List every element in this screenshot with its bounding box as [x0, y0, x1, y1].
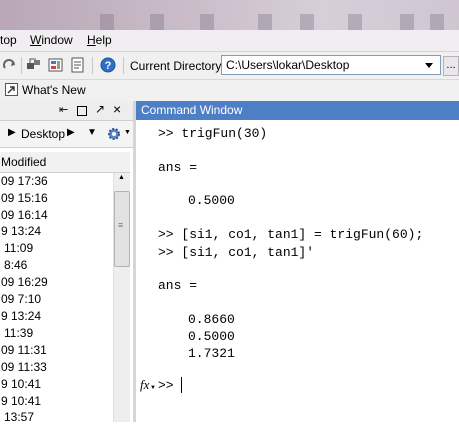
file-row-modified[interactable]: 8:46: [4, 258, 27, 272]
toolbar-separator: [123, 57, 124, 74]
current-directory-value: C:\Users\lokar\Desktop: [226, 58, 350, 72]
toolbar-separator: [92, 57, 93, 74]
close-icon[interactable]: ×: [113, 101, 121, 117]
output-value: 0.5000: [188, 329, 235, 344]
menu-bar: top Window Help: [0, 30, 459, 52]
file-row-modified[interactable]: 09 11:31: [1, 343, 47, 357]
path-dropdown-icon[interactable]: ▼: [87, 127, 97, 138]
undock-icon[interactable]: ↗: [95, 102, 105, 116]
shortcuts-bar: What's New: [0, 80, 459, 102]
svg-text:?: ?: [105, 60, 112, 72]
title-decoration: [348, 14, 362, 30]
toolbar-separator: [21, 57, 22, 74]
grip-icon: ≡: [118, 220, 124, 230]
function-browser-icon[interactable]: fx: [140, 377, 149, 393]
title-decoration: [430, 14, 444, 30]
redo-icon[interactable]: [2, 57, 18, 73]
fx-dropdown-icon[interactable]: ▼: [150, 385, 156, 391]
guide-icon[interactable]: [48, 57, 64, 73]
directory-dropdown-icon[interactable]: [420, 56, 438, 74]
gear-icon[interactable]: [106, 126, 122, 142]
command-prompt: >>: [158, 378, 174, 393]
title-decoration: [400, 14, 414, 30]
title-decoration: [100, 14, 114, 30]
file-row-modified[interactable]: 09 16:29: [1, 275, 48, 289]
file-row-modified[interactable]: 09 11:33: [1, 360, 47, 374]
title-decoration: [200, 14, 214, 30]
shortcut-icon: [5, 83, 18, 96]
command-line: >> [si1, co1, tan1]': [158, 245, 315, 260]
help-icon[interactable]: ?: [100, 57, 116, 73]
file-row-modified[interactable]: 09 16:14: [1, 208, 48, 222]
title-bar: [0, 0, 459, 30]
simulink-icon[interactable]: [26, 57, 42, 73]
text-cursor: [181, 377, 182, 393]
scroll-up-icon[interactable]: ▲: [118, 174, 125, 181]
file-row-modified[interactable]: 11:39: [4, 326, 33, 340]
path-bar: ▶ Desktop ▶ ▼ ▼: [0, 121, 133, 148]
title-decoration: [300, 14, 314, 30]
command-window-titlebar: Command Window: [136, 101, 459, 121]
output-value: 1.7321: [188, 346, 235, 361]
path-arrow-icon: ▶: [8, 127, 16, 138]
menu-desktop[interactable]: top: [0, 33, 17, 47]
file-row-modified[interactable]: 09 17:36: [1, 174, 48, 188]
current-directory-label: Current Directory:: [130, 59, 225, 73]
command-line: >> trigFun(30): [158, 126, 268, 141]
file-row-modified[interactable]: 9 13:24: [1, 309, 41, 323]
command-window-title: Command Window: [141, 103, 243, 117]
column-header: Modified: [0, 152, 130, 173]
file-row-modified[interactable]: 09 7:10: [1, 292, 41, 306]
scrollbar-thumb[interactable]: ≡: [114, 191, 130, 267]
current-directory-input[interactable]: C:\Users\lokar\Desktop: [221, 55, 441, 75]
gear-dropdown-icon[interactable]: ▼: [124, 129, 131, 136]
output-value: 0.5000: [188, 193, 235, 208]
path-desktop[interactable]: Desktop: [21, 127, 65, 141]
output-value: 0.8660: [188, 312, 235, 327]
maximize-icon[interactable]: [77, 106, 87, 116]
title-decoration: [258, 14, 272, 30]
menu-window[interactable]: Window: [30, 33, 73, 47]
file-row-modified[interactable]: 11:09: [4, 241, 33, 255]
modified-column-header[interactable]: Modified: [1, 155, 46, 169]
menu-help[interactable]: Help: [87, 33, 112, 47]
file-row-modified[interactable]: 9 10:41: [1, 394, 41, 408]
whats-new-link[interactable]: What's New: [22, 83, 86, 97]
file-browser-header: ⇤ ↗ ×: [0, 101, 133, 121]
output-label: ans =: [158, 278, 198, 293]
browse-button[interactable]: ...: [443, 56, 459, 76]
command-line: >> [si1, co1, tan1] = trigFun(60);: [158, 227, 424, 242]
file-row-modified[interactable]: 09 15:16: [1, 191, 48, 205]
resize-icon[interactable]: ⇤: [59, 103, 68, 116]
file-row-modified[interactable]: 9 13:24: [1, 224, 41, 238]
output-label: ans =: [158, 160, 198, 175]
file-row-modified[interactable]: 9 10:41: [1, 377, 41, 391]
title-decoration: [150, 14, 164, 30]
path-arrow-icon: ▶: [67, 127, 75, 138]
profiler-icon[interactable]: [70, 57, 86, 73]
